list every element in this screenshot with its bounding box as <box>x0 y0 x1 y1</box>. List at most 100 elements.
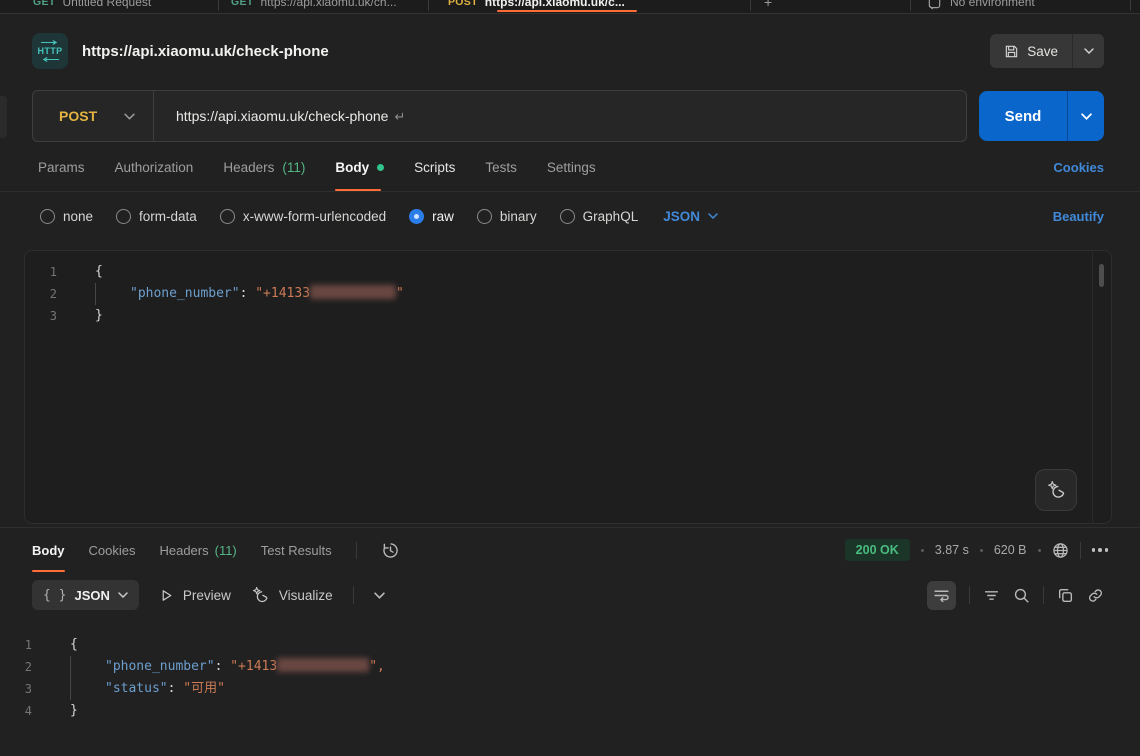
chevron-down-icon <box>124 113 135 120</box>
left-edge-handle[interactable] <box>0 96 7 138</box>
tab-title: https://api.xiaomu.uk/c... <box>485 0 625 9</box>
globe-icon <box>1052 542 1069 559</box>
url-input[interactable]: https://api.xiaomu.uk/check-phone↵ <box>154 108 405 125</box>
save-options-button[interactable] <box>1072 34 1104 68</box>
sparkle-circle-icon <box>251 586 270 605</box>
tab-tests[interactable]: Tests <box>485 144 517 191</box>
cookies-link[interactable]: Cookies <box>1053 160 1104 175</box>
tab-title: https://api.xiaomu.uk/ch... <box>261 0 397 9</box>
tab-divider <box>910 0 911 11</box>
code-line: 3 } <box>25 305 1111 327</box>
new-tab-button[interactable]: + <box>764 0 772 14</box>
environment-label: No environment <box>950 0 1035 9</box>
radio-raw[interactable]: raw <box>409 209 454 224</box>
code-line: 1 { <box>0 634 1140 656</box>
request-tab-1[interactable]: GET Untitled Request <box>33 0 151 14</box>
radio-none[interactable]: none <box>40 209 93 224</box>
response-meta-row: Body Cookies Headers(11) Test Results 20… <box>0 528 1140 572</box>
filter-button[interactable] <box>983 587 1000 604</box>
tab-divider <box>1130 0 1131 11</box>
request-header: HTTP https://api.xiaomu.uk/check-phone S… <box>0 14 1140 88</box>
response-tab-body[interactable]: Body <box>32 528 65 572</box>
request-tab-2[interactable]: GET https://api.xiaomu.uk/ch... <box>231 0 397 14</box>
response-history-button[interactable] <box>381 541 400 560</box>
preview-button[interactable]: Preview <box>159 588 231 603</box>
line-number: 4 <box>0 700 50 722</box>
chevron-down-icon <box>1081 113 1092 120</box>
divider <box>353 586 354 604</box>
response-tools-right <box>927 581 1104 610</box>
environment-icon <box>927 0 942 10</box>
beautify-link[interactable]: Beautify <box>1053 209 1104 224</box>
tab-settings[interactable]: Settings <box>547 144 596 191</box>
response-time[interactable]: 3.87 s <box>935 543 969 557</box>
send-button[interactable]: Send <box>979 91 1067 141</box>
dot-separator <box>921 549 924 552</box>
arrow-right-icon <box>40 40 60 45</box>
response-format-select[interactable]: { } JSON <box>32 580 139 610</box>
response-size[interactable]: 620 B <box>994 543 1027 557</box>
line-number: 3 <box>0 678 50 700</box>
method-badge-get: GET <box>231 0 254 8</box>
tab-headers[interactable]: Headers(11) <box>223 144 305 191</box>
send-options-button[interactable] <box>1067 91 1104 141</box>
save-split-button: Save <box>990 34 1104 68</box>
dot-separator <box>1038 549 1041 552</box>
raw-format-select[interactable]: JSON <box>663 209 718 224</box>
arrow-left-icon <box>40 57 60 62</box>
visualize-button[interactable]: Visualize <box>251 586 333 605</box>
network-info-button[interactable] <box>1052 542 1069 559</box>
return-char: ↵ <box>394 109 405 124</box>
copy-icon <box>1057 587 1074 604</box>
radio-binary[interactable]: binary <box>477 209 537 224</box>
postbot-ai-button[interactable] <box>1035 469 1077 511</box>
collapse-toolbar-button[interactable] <box>374 592 385 599</box>
status-badge[interactable]: 200 OK <box>845 539 910 561</box>
search-response-button[interactable] <box>1013 587 1030 604</box>
indent-guide <box>70 678 105 700</box>
code-line: 2 "phone_number": "+14133" <box>25 283 1111 305</box>
tab-body[interactable]: Body <box>335 144 384 191</box>
chevron-down-icon <box>374 592 385 599</box>
code-line: 4 } <box>0 700 1140 722</box>
redacted-phone-digits <box>277 658 369 672</box>
dot-separator <box>980 549 983 552</box>
workspace-tab-bar: GET Untitled Request GET https://api.xia… <box>0 0 1140 14</box>
tab-title: Untitled Request <box>63 0 152 9</box>
tab-scripts[interactable]: Scripts <box>414 144 455 191</box>
tab-params[interactable]: Params <box>38 144 85 191</box>
line-number: 1 <box>0 634 50 656</box>
editor-scrollbar[interactable] <box>1099 264 1104 287</box>
response-body-viewer[interactable]: 1 { 2 "phone_number": "+1413", 3 "status… <box>0 618 1140 756</box>
word-wrap-button[interactable] <box>927 581 956 610</box>
response-tab-cookies[interactable]: Cookies <box>89 528 136 572</box>
radio-x-www-form-urlencoded[interactable]: x-www-form-urlencoded <box>220 209 386 224</box>
save-button[interactable]: Save <box>990 34 1072 68</box>
history-clock-icon <box>381 541 400 560</box>
response-tab-test-results[interactable]: Test Results <box>261 528 332 572</box>
environment-selector[interactable]: No environment <box>927 0 1035 14</box>
radio-graphql[interactable]: GraphQL <box>560 209 639 224</box>
code-line: 2 "phone_number": "+1413", <box>0 656 1140 678</box>
request-url-row: POST https://api.xiaomu.uk/check-phone↵ … <box>0 88 1140 144</box>
chevron-down-icon <box>118 592 128 598</box>
request-body-editor[interactable]: 1 { 2 "phone_number": "+14133" 3 } <box>24 250 1112 524</box>
save-label: Save <box>1027 44 1058 59</box>
method-select[interactable]: POST <box>33 91 153 141</box>
more-options-button[interactable] <box>1092 548 1109 552</box>
radio-form-data[interactable]: form-data <box>116 209 197 224</box>
tab-authorization[interactable]: Authorization <box>115 144 194 191</box>
divider <box>969 586 970 604</box>
body-type-row: none form-data x-www-form-urlencoded raw… <box>0 196 1140 236</box>
send-split-button: Send <box>979 91 1104 141</box>
method-label: POST <box>59 108 97 124</box>
response-tab-headers[interactable]: Headers(11) <box>159 528 236 572</box>
copy-link-button[interactable] <box>1087 587 1104 604</box>
copy-response-button[interactable] <box>1057 587 1074 604</box>
method-badge-get: GET <box>33 0 56 8</box>
response-toolbar: { } JSON Preview Visualize <box>0 572 1140 618</box>
app-window: GET Untitled Request GET https://api.xia… <box>0 0 1140 756</box>
request-title: https://api.xiaomu.uk/check-phone <box>82 43 976 60</box>
word-wrap-icon <box>933 587 950 604</box>
line-number: 2 <box>0 656 50 678</box>
